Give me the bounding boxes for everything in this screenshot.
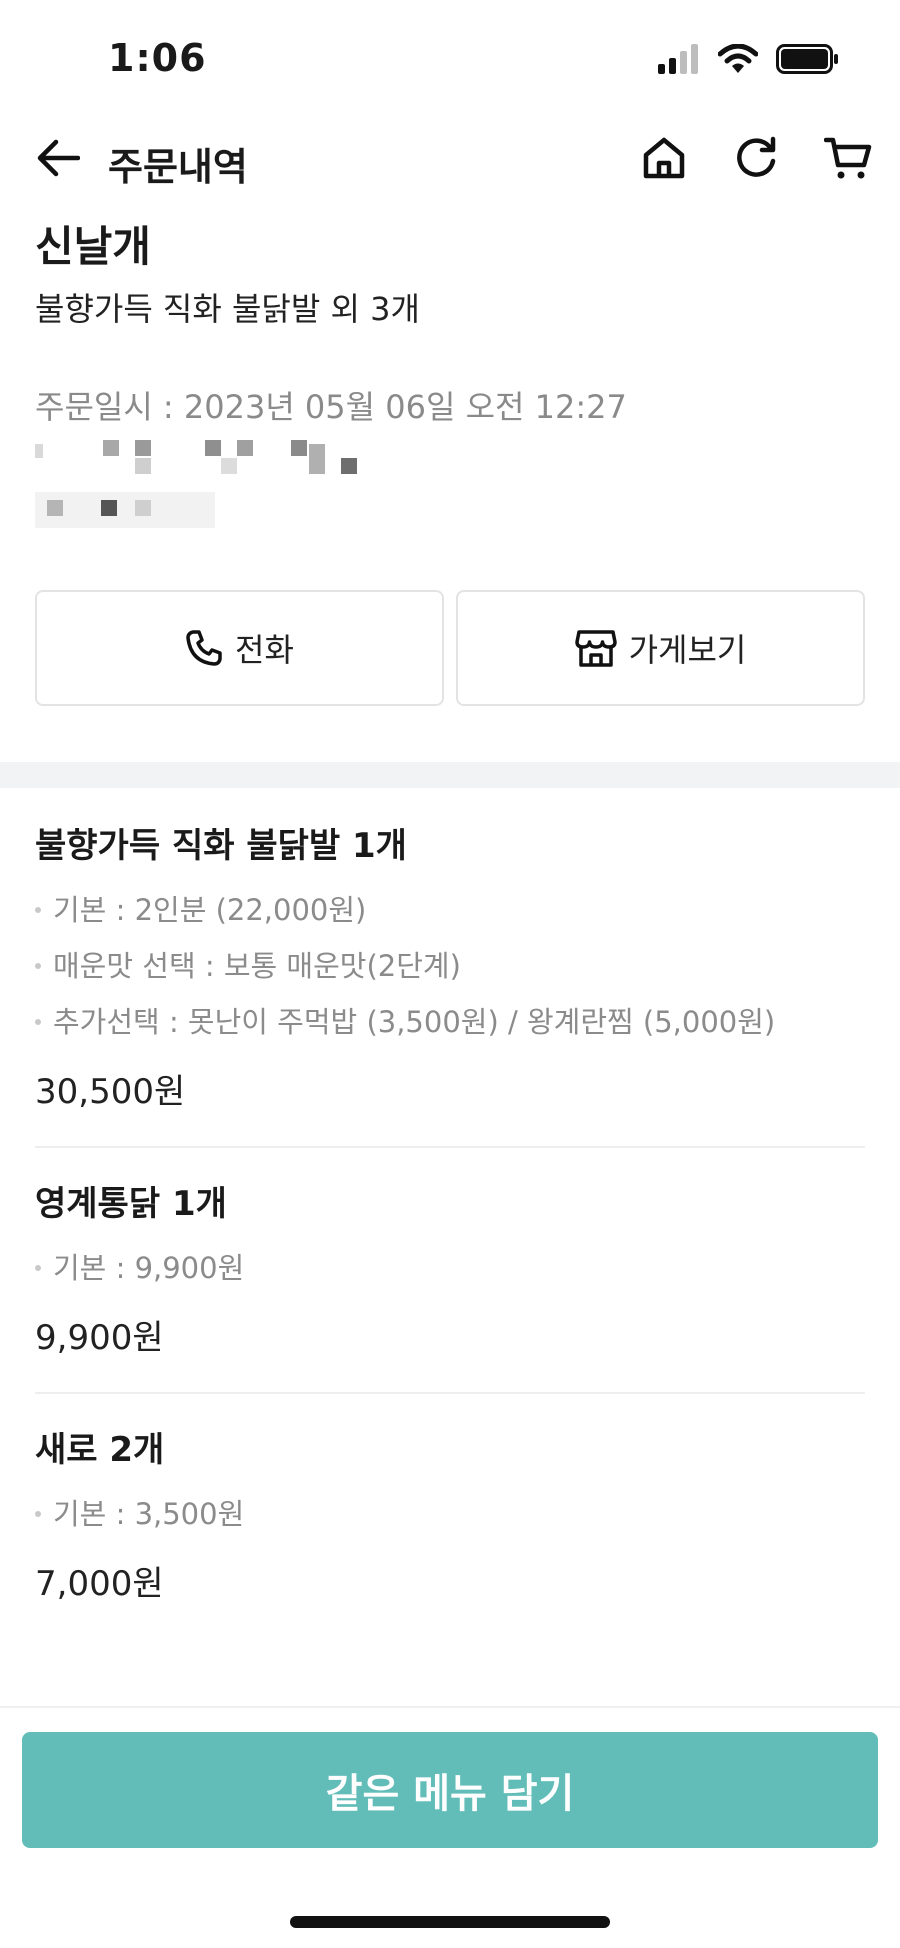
back-button[interactable]: [34, 134, 82, 182]
section-divider: [0, 762, 900, 788]
item-name: 새로 2개: [35, 1430, 165, 1470]
item-option: 기본 : 3,500원: [35, 1486, 865, 1542]
option-text: 매운맛 선택 : 보통 매운맛(2단계): [53, 949, 461, 983]
bottom-bar-divider: [0, 1706, 900, 1708]
item-options: 기본 : 2인분 (22,000원) 매운맛 선택 : 보통 매운맛(2단계) …: [35, 882, 865, 1050]
cart-button[interactable]: [822, 132, 874, 184]
refresh-icon: [737, 136, 776, 177]
call-label: 전화: [235, 631, 294, 669]
item-price: 30,500원: [35, 1072, 186, 1112]
arrow-left-icon: [37, 139, 80, 177]
bullet-dot-icon: [35, 1019, 41, 1025]
item-name: 영계통닭 1개: [35, 1184, 227, 1224]
item-option: 기본 : 2인분 (22,000원): [35, 882, 865, 938]
add-same-menu-button[interactable]: 같은 메뉴 담기: [22, 1732, 878, 1848]
cart-icon: [824, 137, 872, 179]
item-option: 추가선택 : 못난이 주먹밥 (3,500원) / 왕계란찜 (5,000원): [35, 994, 865, 1050]
order-detail-screen: 1:06 주문내역 신날개 불향가득 직화 불닭발 외 3개 주문일시: 20…: [0, 0, 900, 1948]
item-options: 기본 : 9,900원: [35, 1240, 865, 1296]
option-text: 기본 : 2인분 (22,000원): [53, 893, 367, 927]
option-text: 기본 : 3,500원: [53, 1497, 245, 1531]
item-options: 기본 : 3,500원: [35, 1486, 865, 1542]
item-price: 9,900원: [35, 1318, 164, 1358]
store-action-buttons: 전화 가게보기: [35, 590, 865, 706]
status-time: 1:06: [108, 36, 207, 80]
home-indicator[interactable]: [290, 1916, 610, 1928]
store-name: 신날개: [35, 222, 151, 271]
order-summary: 불향가득 직화 불닭발 외 3개: [35, 290, 420, 328]
store-icon: [574, 630, 617, 667]
bullet-dot-icon: [35, 1265, 41, 1271]
redacted-phone: [35, 488, 865, 528]
store-info: 신날개 불향가득 직화 불닭발 외 3개 주문일시 : 2023년 05월 06…: [35, 220, 865, 528]
signal-icon: [658, 44, 698, 74]
wifi-icon: [718, 44, 758, 73]
list-item: 불향가득 직화 불닭발 1개 기본 : 2인분 (22,000원) 매운맛 선택…: [35, 790, 865, 1148]
refresh-button[interactable]: [730, 132, 782, 184]
view-store-label: 가게보기: [628, 631, 747, 669]
phone-icon: [186, 630, 222, 666]
redacted-address: [35, 438, 865, 478]
header-actions: [638, 132, 874, 184]
status-indicators: [658, 44, 840, 74]
item-option: 매운맛 선택 : 보통 매운맛(2단계): [35, 938, 865, 994]
battery-icon: [776, 44, 838, 74]
item-option: 기본 : 9,900원: [35, 1240, 865, 1296]
list-item: 새로 2개 기본 : 3,500원 7,000원: [35, 1394, 865, 1638]
view-store-button[interactable]: 가게보기: [456, 590, 865, 706]
bullet-dot-icon: [35, 907, 41, 913]
order-date: 주문일시 : 2023년 05월 06일 오전 12:27: [35, 388, 627, 426]
home-icon: [643, 137, 685, 179]
bullet-dot-icon: [35, 963, 41, 969]
ordered-items-list: 불향가득 직화 불닭발 1개 기본 : 2인분 (22,000원) 매운맛 선택…: [35, 790, 865, 1638]
item-price: 7,000원: [35, 1564, 164, 1604]
bullet-dot-icon: [35, 1511, 41, 1517]
list-item: 영계통닭 1개 기본 : 9,900원 9,900원: [35, 1148, 865, 1394]
status-bar: 1:06: [0, 0, 900, 120]
call-button[interactable]: 전화: [35, 590, 444, 706]
option-text: 추가선택 : 못난이 주먹밥 (3,500원) / 왕계란찜 (5,000원): [53, 1005, 776, 1039]
option-text: 기본 : 9,900원: [53, 1251, 245, 1285]
home-button[interactable]: [638, 132, 690, 184]
item-name: 불향가득 직화 불닭발 1개: [35, 826, 407, 866]
header: 주문내역: [0, 120, 900, 200]
page-title: 주문내역: [108, 145, 248, 189]
